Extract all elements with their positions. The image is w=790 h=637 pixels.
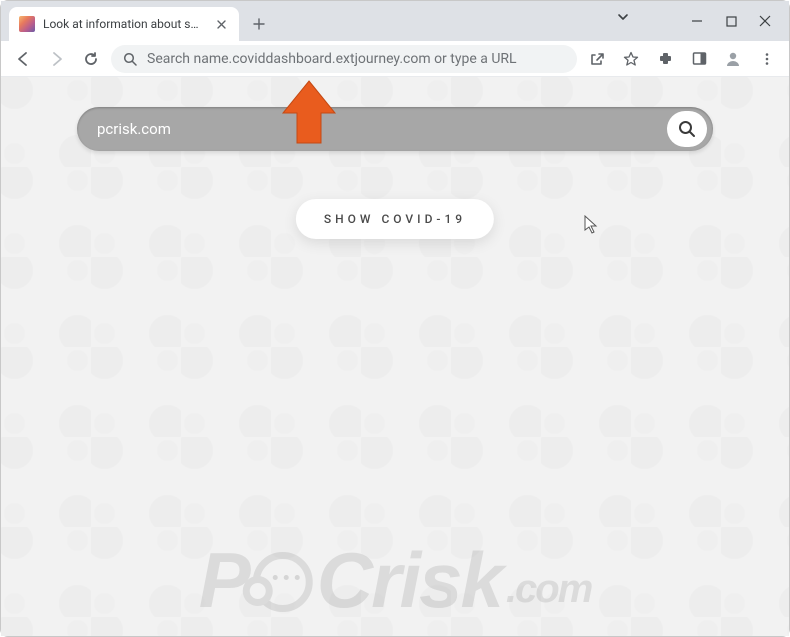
reload-button[interactable] <box>77 45 105 73</box>
annotation-arrow-icon <box>279 77 339 147</box>
new-tab-button[interactable] <box>245 10 273 38</box>
share-button[interactable] <box>583 45 611 73</box>
watermark-logo: P C risk .com <box>199 535 592 626</box>
search-icon <box>123 52 137 66</box>
browser-titlebar: Look at information about spread <box>1 1 789 41</box>
address-bar[interactable]: Search name.coviddashboard.extjourney.co… <box>111 45 577 73</box>
page-search-bar[interactable]: pcrisk.com <box>77 107 713 151</box>
watermark-c: C <box>317 535 371 626</box>
page-content: pcrisk.com SHOW COVID-19 P C risk .com <box>1 77 789 636</box>
tab-title: Look at information about spread <box>43 17 205 31</box>
browser-toolbar: Search name.coviddashboard.extjourney.co… <box>1 41 789 77</box>
search-input-value: pcrisk.com <box>97 120 667 138</box>
show-covid-button[interactable]: SHOW COVID-19 <box>296 199 494 239</box>
search-submit-button[interactable] <box>667 111 707 147</box>
address-bar-text: Search name.coviddashboard.extjourney.co… <box>147 51 565 67</box>
watermark-p: P <box>199 535 249 626</box>
forward-button[interactable] <box>43 45 71 73</box>
close-tab-button[interactable] <box>213 16 229 32</box>
watermark-risk: risk <box>371 535 502 626</box>
maximize-button[interactable] <box>723 13 739 29</box>
minimize-button[interactable] <box>689 13 705 29</box>
menu-button[interactable] <box>753 45 781 73</box>
extensions-button[interactable] <box>651 45 679 73</box>
bookmark-button[interactable] <box>617 45 645 73</box>
sidepanel-button[interactable] <box>685 45 713 73</box>
profile-button[interactable] <box>719 45 747 73</box>
watermark-logo-icon <box>243 550 313 612</box>
watermark-com: .com <box>506 567 591 612</box>
browser-tab[interactable]: Look at information about spread <box>9 7 239 41</box>
window-controls <box>689 1 783 41</box>
mouse-cursor-icon <box>584 215 600 235</box>
window-close-button[interactable] <box>757 13 773 29</box>
show-covid-label: SHOW COVID-19 <box>324 212 466 226</box>
tab-search-button[interactable] <box>617 11 629 23</box>
back-button[interactable] <box>9 45 37 73</box>
favicon-icon <box>19 16 35 32</box>
